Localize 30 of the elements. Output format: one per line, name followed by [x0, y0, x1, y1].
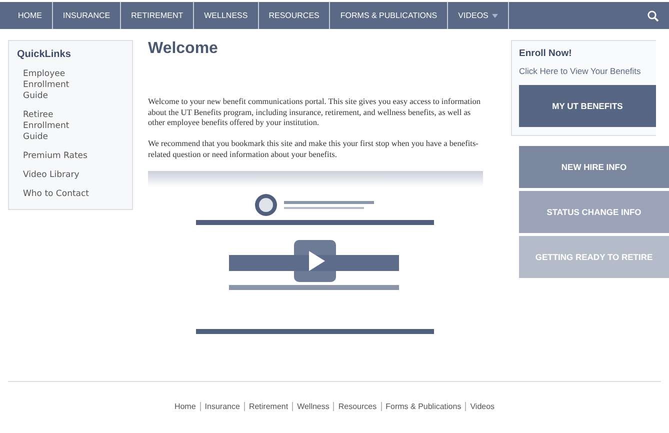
quick-link[interactable]: Premium Rates	[9, 148, 132, 167]
page-title: Welcome	[148, 40, 219, 59]
benefits-link[interactable]: Click Here to View Your Benefits	[519, 66, 656, 76]
paragraph: We recommend that you bookmark this site and make this your first stop when you have a benefits-related question or need information about your benefits.	[148, 139, 480, 161]
paragraph: Welcome to your new benefit communications portal. This site gives you easy access to information about the UT Benefits program, including insurance, retirement, and wellness benefits, as well as other employee benefits offered by your institution.	[148, 97, 482, 130]
footer-link[interactable]: Retirement	[244, 402, 292, 411]
nav-link[interactable]: HOME	[0, 2, 53, 29]
my-benefits-button[interactable]: MY UT BENEFITS	[519, 85, 656, 127]
footer-link[interactable]: Resources	[333, 402, 381, 411]
nav-link[interactable]: VIDEOS	[448, 2, 510, 29]
nav-link[interactable]: WELLNESS	[194, 2, 259, 29]
nav-link[interactable]: INSURANCE	[53, 2, 122, 29]
card-title: Enroll Now!	[519, 48, 573, 59]
quick-link[interactable]: Video Library	[9, 167, 132, 186]
play-button[interactable]	[294, 240, 336, 282]
footer-link[interactable]: Videos	[465, 402, 499, 411]
quick-link[interactable]: Employee Enrollment Guide	[9, 66, 132, 107]
nav-link[interactable]: RETIREMENT	[121, 2, 194, 29]
nav-link[interactable]: RESOURCES	[258, 2, 330, 29]
panel-title: QuickLinks	[16, 49, 72, 60]
caret-icon	[492, 14, 498, 18]
footer-link[interactable]: Insurance	[200, 402, 244, 411]
quick-link[interactable]: Retiree Enrollment Guide	[9, 107, 132, 148]
info-button[interactable]: NEW HIRE INFO	[519, 146, 669, 188]
search-icon[interactable]	[647, 10, 659, 22]
nav-link[interactable]: FORMS & PUBLICATIONS	[330, 2, 448, 29]
quick-link[interactable]: Who to Contact	[9, 186, 132, 205]
footer-link[interactable]: Forms & Publications	[380, 402, 466, 411]
footer-link[interactable]: Wellness	[292, 402, 334, 411]
footer-link[interactable]: Home	[170, 402, 200, 411]
